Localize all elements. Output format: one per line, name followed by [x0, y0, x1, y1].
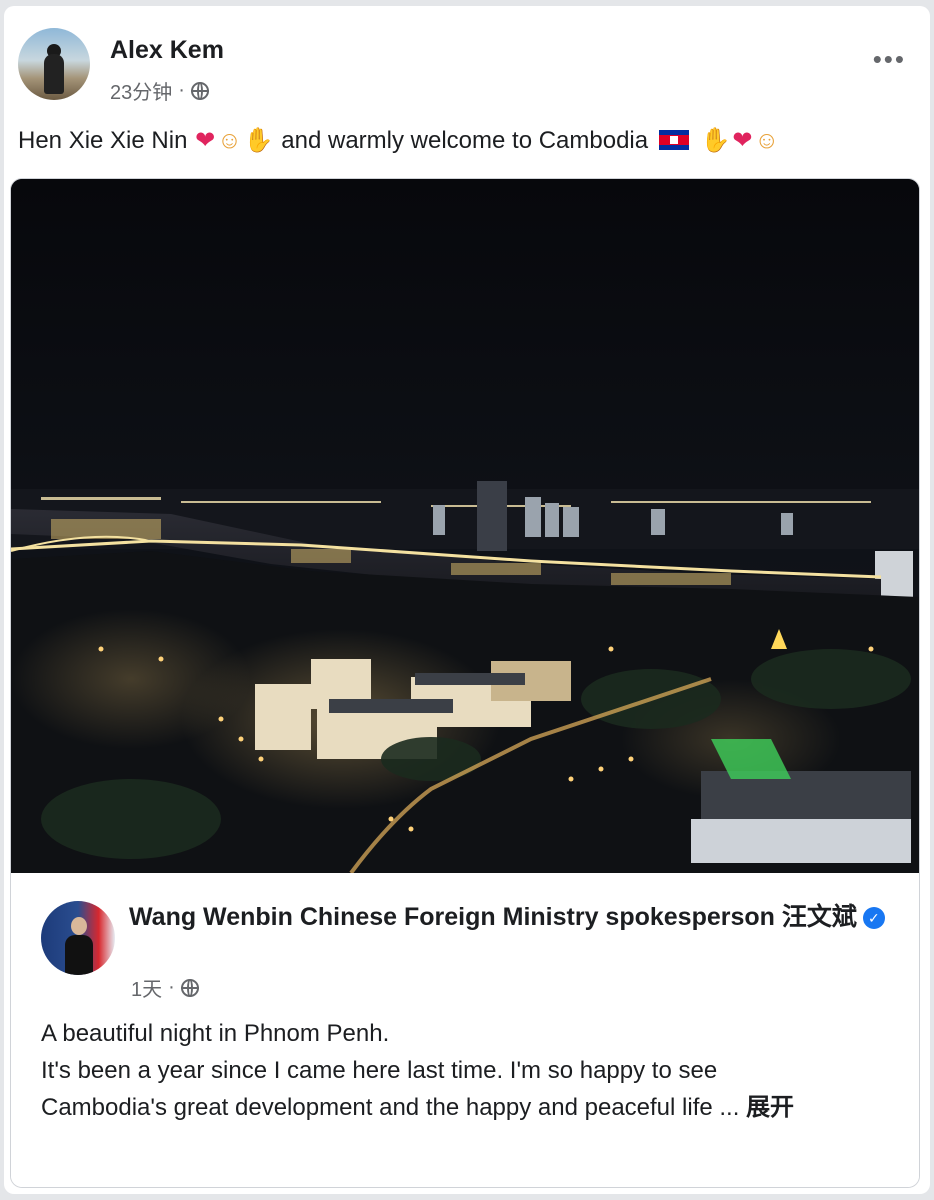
post-card: Alex Kem 23分钟 · ••• Hen Xie Xie Nin ❤☺✋ …	[4, 6, 930, 1194]
praying-hands-icon: ✋	[243, 127, 274, 154]
city-night-image	[11, 179, 919, 873]
shared-post-body: Wang Wenbin Chinese Foreign Ministry spo…	[11, 873, 919, 1187]
cambodia-flag-icon	[658, 130, 689, 150]
shared-author-name-block: Wang Wenbin Chinese Foreign Ministry spo…	[129, 899, 889, 935]
hug-face-icon: ☺	[217, 127, 242, 154]
shared-avatar-head	[71, 917, 87, 935]
heart-eyes-icon: ❤	[195, 127, 216, 154]
heart-eyes-icon: ❤	[732, 127, 753, 154]
author-name[interactable]: Alex Kem	[110, 36, 224, 65]
shared-avatar-figure	[65, 935, 93, 975]
shared-photo[interactable]	[11, 179, 919, 873]
verified-badge-icon: ✓	[862, 907, 885, 929]
shared-post-meta: 1天 ·	[131, 973, 199, 1002]
post-text-start: Hen Xie Xie Nin	[18, 127, 188, 154]
hug-face-icon: ☺	[754, 127, 779, 154]
shared-post-time[interactable]: 1天	[131, 973, 162, 1002]
shared-author-name[interactable]: Wang Wenbin Chinese Foreign Ministry spo…	[129, 903, 857, 931]
post-text: Hen Xie Xie Nin ❤☺✋ and warmly welcome t…	[18, 126, 918, 155]
praying-hands-icon: ✋	[700, 127, 731, 154]
avatar-figure	[44, 54, 64, 94]
globe-icon	[190, 81, 209, 100]
post-header: Alex Kem 23分钟 · •••	[18, 28, 914, 108]
shared-post[interactable]: Wang Wenbin Chinese Foreign Ministry spo…	[10, 178, 920, 1188]
shared-text-line: It's been a year since I came here last …	[41, 1057, 718, 1084]
post-text-middle: and warmly welcome to Cambodia	[281, 127, 649, 154]
avatar[interactable]	[18, 28, 90, 100]
post-meta: 23分钟 ·	[110, 76, 209, 105]
expand-link[interactable]: 展开	[746, 1094, 794, 1121]
post-time[interactable]: 23分钟	[110, 76, 172, 105]
shared-author-avatar[interactable]	[41, 901, 115, 975]
shared-text-line: A beautiful night in Phnom Penh.	[41, 1020, 390, 1047]
globe-icon	[180, 978, 199, 997]
meta-separator: ·	[178, 79, 185, 101]
shared-post-text: A beautiful night in Phnom Penh. It's be…	[41, 1015, 891, 1126]
shared-meta-separator: ·	[168, 976, 175, 998]
shared-text-line: Cambodia's great development and the hap…	[41, 1094, 740, 1121]
more-options-button[interactable]: •••	[873, 46, 906, 72]
